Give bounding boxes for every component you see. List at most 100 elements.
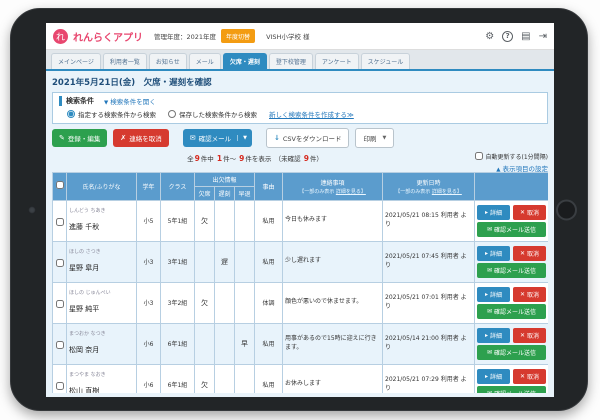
attendance-table: 氏名/ふりがな 学年 クラス 出欠情報 事由 連絡事項 【一部のみ表示 詳細を見… — [52, 172, 548, 394]
reason-cell: 私用 — [255, 364, 283, 393]
late-mark: 遅 — [215, 241, 235, 282]
search-conditions-box: 検索条件 ▼検索条件を開く 指定する検索条件から検索 保存した検索条件から検索 … — [52, 92, 548, 124]
radio-saved-search[interactable]: 保存した検索条件から検索 — [168, 109, 257, 119]
table-row: ほしの じゅんぺい星野 純平 小3 3年2組 欠 体調 顔色が悪いので休ませます… — [53, 282, 549, 323]
header-reason: 事由 — [255, 172, 283, 200]
cancel-icon: ✕ — [520, 291, 525, 298]
result-count-text: 全9件中 1件〜 9件を表示 （未確認 9件） — [52, 153, 458, 163]
display-settings-link[interactable]: ▲表示項目の設定 — [496, 163, 548, 173]
message-cell: 今日も休みます — [283, 200, 383, 241]
toolbar: ✎ 登録・編集 ✗ 連絡を取消 ✉ 確認メール ▼ ↓ CSVをダウンロード — [52, 128, 548, 148]
message-cell: 少し遅れます — [283, 241, 383, 282]
header-updated: 更新日時 【一部のみ表示 詳細を見る】 — [383, 172, 475, 200]
admin-year-label: 管理年度：2021年度 — [154, 31, 216, 41]
message-detail-link[interactable]: 詳細を見る】 — [336, 189, 366, 195]
auto-update-checkbox[interactable]: 自動更新する(1分間隔) — [475, 152, 549, 161]
detail-button[interactable]: ▸詳細 — [477, 328, 510, 343]
detail-button[interactable]: ▸詳細 — [477, 287, 510, 302]
app-logo-text: れんらくアプリ — [73, 29, 143, 44]
late-mark — [215, 323, 235, 364]
tab-mail[interactable]: メール — [189, 53, 221, 69]
help-icon[interactable]: ? — [502, 31, 513, 42]
attendance-table-wrap: 氏名/ふりがな 学年 クラス 出欠情報 事由 連絡事項 【一部のみ表示 詳細を見… — [52, 172, 548, 394]
actions-cell: ▸詳細 ✕取消 ✉確認メール送信 — [475, 241, 548, 282]
name-cell: ほしの じゅんぺい星野 純平 — [67, 282, 137, 323]
row-checkbox[interactable] — [56, 341, 64, 349]
header-absent: 欠席 — [195, 186, 215, 200]
tab-attendance[interactable]: 登下校管理 — [269, 53, 313, 69]
select-all-checkbox[interactable] — [56, 181, 64, 189]
confirm-mail-send-button[interactable]: ✉確認メール送信 — [477, 304, 546, 319]
updated-cell: 2021/05/21 07:01 利用者 より — [383, 282, 475, 323]
chevron-down-icon[interactable]: ▼ — [237, 135, 252, 141]
mail-icon: ✉ — [487, 267, 492, 274]
triangle-up-icon: ▲ — [496, 167, 500, 173]
search-conditions-label: 検索条件 — [59, 96, 94, 106]
row-checkbox[interactable] — [56, 382, 64, 390]
detail-button[interactable]: ▸詳細 — [477, 246, 510, 261]
confirm-mail-send-button[interactable]: ✉確認メール送信 — [477, 263, 546, 278]
updated-cell: 2021/05/21 07:29 利用者 より — [383, 364, 475, 393]
create-condition-link[interactable]: 新しく検索条件を作成する≫ — [269, 109, 354, 119]
header-message: 連絡事項 【一部のみ表示 詳細を見る】 — [283, 172, 383, 200]
mail-icon: ✉ — [190, 134, 196, 142]
tab-survey[interactable]: アンケート — [315, 53, 359, 69]
gear-icon[interactable]: ⚙ — [485, 31, 494, 42]
register-edit-button[interactable]: ✎ 登録・編集 — [52, 129, 107, 147]
tab-absence[interactable]: 欠席・遅刻 — [223, 53, 267, 69]
class-cell: 6年1組 — [161, 364, 195, 393]
row-checkbox[interactable] — [56, 218, 64, 226]
download-icon: ↓ — [274, 134, 280, 142]
row-cancel-button[interactable]: ✕取消 — [513, 246, 546, 261]
row-cancel-button[interactable]: ✕取消 — [513, 287, 546, 302]
header-class: クラス — [161, 172, 195, 200]
grade-cell: 小6 — [137, 323, 161, 364]
logout-icon[interactable]: ⇥ — [539, 31, 547, 42]
message-cell: 用事があるので15時に迎えに行きます。 — [283, 323, 383, 364]
name-cell: まつおか なつき松岡 奈月 — [67, 323, 137, 364]
auto-update-input[interactable] — [475, 152, 483, 160]
header-early: 早退 — [235, 186, 255, 200]
page-title: 2021年5月21日(金) 欠席・遅刻を確認 — [52, 76, 548, 88]
class-cell: 6年1組 — [161, 323, 195, 364]
name-cell: しんどう ちあき進藤 千秋 — [67, 200, 137, 241]
main-nav: メインページ 利用者一覧 お知らせ メール 欠席・遅刻 登下校管理 アンケート … — [46, 50, 554, 71]
detail-icon: ▸ — [485, 373, 488, 380]
tab-notice[interactable]: お知らせ — [149, 53, 187, 69]
row-cancel-button[interactable]: ✕取消 — [513, 328, 546, 343]
early-mark — [235, 200, 255, 241]
confirm-mail-send-button[interactable]: ✉確認メール送信 — [477, 386, 546, 394]
manual-icon[interactable]: ▤ — [521, 31, 530, 42]
row-checkbox[interactable] — [56, 300, 64, 308]
row-cancel-button[interactable]: ✕取消 — [513, 369, 546, 384]
print-button[interactable]: 印刷 ▼ — [355, 128, 394, 148]
confirm-mail-send-button[interactable]: ✉確認メール送信 — [477, 345, 546, 360]
absent-mark — [195, 241, 215, 282]
row-cancel-button[interactable]: ✕取消 — [513, 205, 546, 220]
reason-cell: 体調 — [255, 282, 283, 323]
actions-cell: ▸詳細 ✕取消 ✉確認メール送信 — [475, 200, 548, 241]
csv-download-button[interactable]: ↓ CSVをダウンロード — [266, 128, 350, 148]
tab-schedule[interactable]: スケジュール — [361, 53, 411, 69]
row-checkbox[interactable] — [56, 259, 64, 267]
cancel-contact-button[interactable]: ✗ 連絡を取消 — [113, 129, 168, 147]
year-switch-button[interactable]: 年度切替 — [221, 29, 255, 43]
detail-button[interactable]: ▸詳細 — [477, 205, 510, 220]
detail-button[interactable]: ▸詳細 — [477, 369, 510, 384]
cancel-icon: ✕ — [520, 332, 525, 339]
tablet-camera — [28, 206, 36, 214]
tab-users[interactable]: 利用者一覧 — [103, 53, 147, 69]
confirm-mail-button[interactable]: ✉ 確認メール ▼ — [183, 129, 252, 147]
tab-main[interactable]: メインページ — [51, 53, 101, 69]
updated-detail-link[interactable]: 詳細を見る】 — [432, 189, 462, 195]
radio-specified-input[interactable] — [67, 110, 75, 118]
radio-specified-search[interactable]: 指定する検索条件から検索 — [67, 109, 156, 119]
confirm-mail-send-button[interactable]: ✉確認メール送信 — [477, 222, 546, 237]
radio-saved-input[interactable] — [168, 110, 176, 118]
mail-icon: ✉ — [487, 226, 492, 233]
early-mark — [235, 282, 255, 323]
search-toggle-link[interactable]: ▼検索条件を開く — [104, 96, 156, 106]
page-content: 2021年5月21日(金) 欠席・遅刻を確認 検索条件 ▼検索条件を開く 指定す… — [46, 71, 554, 398]
reason-cell: 私用 — [255, 323, 283, 364]
late-mark — [215, 200, 235, 241]
